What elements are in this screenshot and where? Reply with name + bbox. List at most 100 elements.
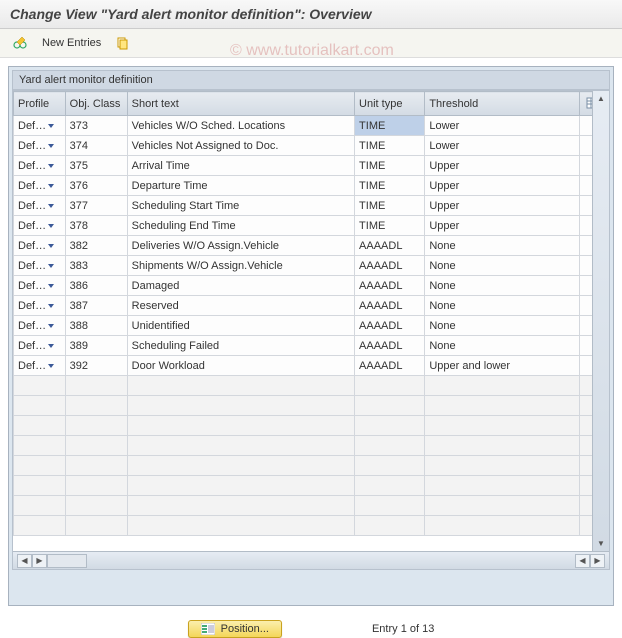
empty-cell[interactable] bbox=[355, 396, 425, 416]
empty-cell[interactable] bbox=[65, 496, 127, 516]
col-short-text[interactable]: Short text bbox=[127, 92, 354, 116]
table-row[interactable]: Def…373Vehicles W/O Sched. LocationsTIME… bbox=[14, 116, 599, 136]
empty-cell[interactable] bbox=[65, 476, 127, 496]
unit-type-cell[interactable]: TIME bbox=[355, 176, 425, 196]
empty-cell[interactable] bbox=[127, 436, 354, 456]
threshold-cell[interactable]: None bbox=[425, 336, 580, 356]
table-row[interactable]: Def…388UnidentifiedAAAADLNone bbox=[14, 316, 599, 336]
obj-class-cell[interactable]: 392 bbox=[65, 356, 127, 376]
unit-type-cell[interactable]: TIME bbox=[355, 216, 425, 236]
position-button[interactable]: Position... bbox=[188, 620, 282, 638]
obj-class-cell[interactable]: 375 bbox=[65, 156, 127, 176]
empty-cell[interactable] bbox=[127, 396, 354, 416]
empty-cell[interactable] bbox=[355, 416, 425, 436]
copy-as-button[interactable] bbox=[111, 33, 135, 53]
empty-cell[interactable] bbox=[65, 516, 127, 536]
table-row[interactable] bbox=[14, 416, 599, 436]
threshold-cell[interactable]: Upper bbox=[425, 176, 580, 196]
empty-cell[interactable] bbox=[14, 436, 66, 456]
threshold-cell[interactable]: Upper bbox=[425, 216, 580, 236]
unit-type-cell[interactable]: AAAADL bbox=[355, 236, 425, 256]
table-row[interactable] bbox=[14, 476, 599, 496]
obj-class-cell[interactable]: 388 bbox=[65, 316, 127, 336]
table-row[interactable]: Def…386DamagedAAAADLNone bbox=[14, 276, 599, 296]
threshold-cell[interactable]: Lower bbox=[425, 116, 580, 136]
empty-cell[interactable] bbox=[127, 476, 354, 496]
obj-class-cell[interactable]: 373 bbox=[65, 116, 127, 136]
empty-cell[interactable] bbox=[14, 496, 66, 516]
unit-type-cell[interactable]: AAAADL bbox=[355, 356, 425, 376]
empty-cell[interactable] bbox=[127, 516, 354, 536]
scroll-thumb-left[interactable] bbox=[47, 554, 87, 568]
empty-cell[interactable] bbox=[425, 516, 580, 536]
short-text-cell[interactable]: Damaged bbox=[127, 276, 354, 296]
empty-cell[interactable] bbox=[355, 376, 425, 396]
unit-type-cell[interactable]: TIME bbox=[355, 136, 425, 156]
empty-cell[interactable] bbox=[355, 496, 425, 516]
short-text-cell[interactable]: Scheduling Start Time bbox=[127, 196, 354, 216]
short-text-cell[interactable]: Departure Time bbox=[127, 176, 354, 196]
table-row[interactable]: Def…376Departure TimeTIMEUpper bbox=[14, 176, 599, 196]
empty-cell[interactable] bbox=[65, 436, 127, 456]
empty-cell[interactable] bbox=[425, 416, 580, 436]
table-row[interactable] bbox=[14, 496, 599, 516]
scroll-down-button[interactable]: ▼ bbox=[594, 536, 609, 551]
table-row[interactable]: Def…389Scheduling FailedAAAADLNone bbox=[14, 336, 599, 356]
table-row[interactable]: Def…374Vehicles Not Assigned to Doc.TIME… bbox=[14, 136, 599, 156]
empty-cell[interactable] bbox=[425, 476, 580, 496]
col-obj-class[interactable]: Obj. Class bbox=[65, 92, 127, 116]
obj-class-cell[interactable]: 376 bbox=[65, 176, 127, 196]
short-text-cell[interactable]: Reserved bbox=[127, 296, 354, 316]
table-row[interactable]: Def…387ReservedAAAADLNone bbox=[14, 296, 599, 316]
short-text-cell[interactable]: Vehicles Not Assigned to Doc. bbox=[127, 136, 354, 156]
empty-cell[interactable] bbox=[65, 376, 127, 396]
empty-cell[interactable] bbox=[425, 436, 580, 456]
obj-class-cell[interactable]: 378 bbox=[65, 216, 127, 236]
unit-type-cell[interactable]: AAAADL bbox=[355, 256, 425, 276]
table-row[interactable] bbox=[14, 436, 599, 456]
col-threshold[interactable]: Threshold bbox=[425, 92, 580, 116]
short-text-cell[interactable]: Scheduling Failed bbox=[127, 336, 354, 356]
empty-cell[interactable] bbox=[127, 376, 354, 396]
empty-cell[interactable] bbox=[355, 476, 425, 496]
unit-type-cell[interactable]: AAAADL bbox=[355, 276, 425, 296]
short-text-cell[interactable]: Scheduling End Time bbox=[127, 216, 354, 236]
short-text-cell[interactable]: Shipments W/O Assign.Vehicle bbox=[127, 256, 354, 276]
col-profile[interactable]: Profile bbox=[14, 92, 66, 116]
threshold-cell[interactable]: Upper bbox=[425, 156, 580, 176]
threshold-cell[interactable]: Upper bbox=[425, 196, 580, 216]
empty-cell[interactable] bbox=[355, 436, 425, 456]
table-row[interactable] bbox=[14, 456, 599, 476]
table-row[interactable]: Def…375Arrival TimeTIMEUpper bbox=[14, 156, 599, 176]
unit-type-cell[interactable]: TIME bbox=[355, 116, 425, 136]
table-row[interactable]: Def…392Door WorkloadAAAADLUpper and lowe… bbox=[14, 356, 599, 376]
threshold-cell[interactable]: Upper and lower bbox=[425, 356, 580, 376]
table-row[interactable]: Def…378Scheduling End TimeTIMEUpper bbox=[14, 216, 599, 236]
empty-cell[interactable] bbox=[127, 416, 354, 436]
unit-type-cell[interactable]: TIME bbox=[355, 156, 425, 176]
short-text-cell[interactable]: Door Workload bbox=[127, 356, 354, 376]
profile-cell[interactable]: Def… bbox=[14, 336, 66, 356]
empty-cell[interactable] bbox=[425, 376, 580, 396]
empty-cell[interactable] bbox=[65, 456, 127, 476]
scroll-right-button[interactable]: ▶ bbox=[32, 554, 47, 568]
unit-type-cell[interactable]: TIME bbox=[355, 196, 425, 216]
profile-cell[interactable]: Def… bbox=[14, 196, 66, 216]
scroll-up-button[interactable]: ▲ bbox=[594, 91, 609, 106]
short-text-cell[interactable]: Arrival Time bbox=[127, 156, 354, 176]
empty-cell[interactable] bbox=[65, 416, 127, 436]
vertical-scrollbar[interactable]: ▲ ▼ bbox=[592, 91, 609, 551]
obj-class-cell[interactable]: 386 bbox=[65, 276, 127, 296]
scroll-left-button[interactable]: ◀ bbox=[17, 554, 32, 568]
empty-cell[interactable] bbox=[127, 456, 354, 476]
threshold-cell[interactable]: Lower bbox=[425, 136, 580, 156]
unit-type-cell[interactable]: AAAADL bbox=[355, 336, 425, 356]
empty-cell[interactable] bbox=[425, 496, 580, 516]
obj-class-cell[interactable]: 377 bbox=[65, 196, 127, 216]
empty-cell[interactable] bbox=[14, 396, 66, 416]
profile-cell[interactable]: Def… bbox=[14, 356, 66, 376]
obj-class-cell[interactable]: 382 bbox=[65, 236, 127, 256]
profile-cell[interactable]: Def… bbox=[14, 316, 66, 336]
table-row[interactable] bbox=[14, 376, 599, 396]
empty-cell[interactable] bbox=[14, 476, 66, 496]
